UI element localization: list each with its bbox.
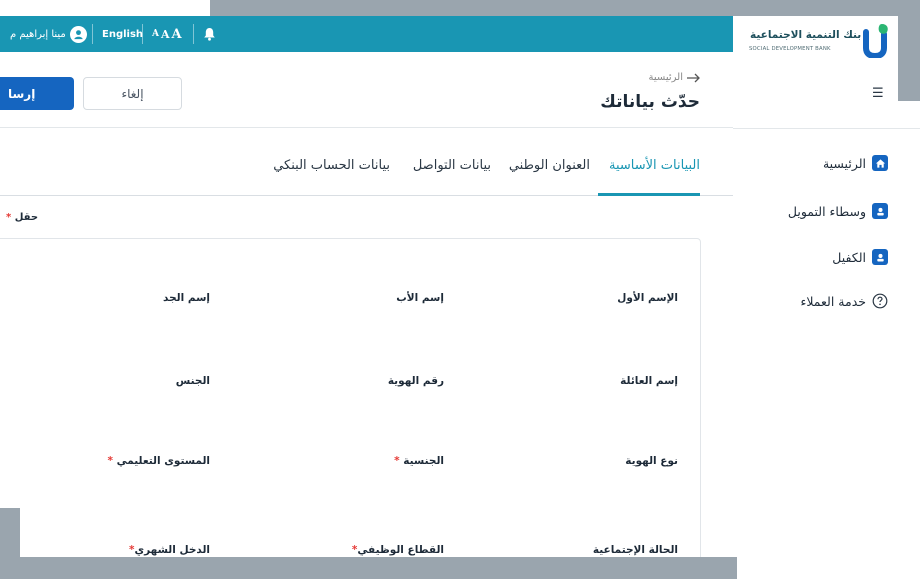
- breadcrumb[interactable]: الرئيسية: [649, 72, 700, 83]
- user-badge-icon: [872, 249, 888, 265]
- label-marital-status: الحالة الإجتماعية: [592, 544, 678, 556]
- sidebar-item-home[interactable]: الرئيسية: [823, 153, 888, 173]
- tab-national-address[interactable]: العنوان الوطني: [509, 158, 590, 173]
- user-name: مينا إبراهيم م: [10, 28, 66, 40]
- frame-edge: [737, 557, 920, 579]
- top-bar: مينا إبراهيم م English A A A: [0, 16, 733, 52]
- label-employment-sector: القطاع الوظيفي*: [351, 544, 444, 556]
- label-id-number: رقم الهوية: [387, 375, 444, 387]
- language-toggle[interactable]: English: [102, 16, 143, 52]
- font-size-medium[interactable]: A: [161, 28, 172, 41]
- frame-edge: [210, 0, 920, 16]
- label-nationality: الجنسية *: [394, 455, 444, 467]
- topbar-divider: [142, 24, 143, 44]
- sidebar-item-label: وسطاء التمويل: [787, 203, 866, 219]
- active-tab-indicator: [598, 193, 700, 196]
- logo-text-arabic: بنك التنمية الاجتماعية: [750, 29, 862, 41]
- language-label: English: [102, 28, 144, 40]
- tab-basic-info[interactable]: البيانات الأساسية: [609, 158, 700, 173]
- topbar-divider: [92, 24, 93, 44]
- help-circle-icon: [872, 293, 888, 309]
- label-first-name: الإسم الأول: [617, 292, 678, 304]
- sidebar-item-guarantor[interactable]: الكفيل: [832, 247, 888, 267]
- breadcrumb-home: الرئيسية: [648, 72, 683, 83]
- user-avatar-icon: [69, 25, 87, 43]
- topbar-divider: [193, 24, 194, 44]
- logo-text-english: SOCIAL DEVELOPMENT BANK: [749, 46, 831, 52]
- font-size-large[interactable]: A: [172, 27, 184, 42]
- label-father-name: إسم الأب: [396, 292, 444, 304]
- cancel-button[interactable]: إلغاء: [83, 77, 182, 110]
- page-title: حدّث بياناتك: [600, 92, 700, 112]
- label-monthly-income: الدخل الشهري*: [128, 544, 210, 556]
- back-arrow-icon: [687, 73, 700, 82]
- sidebar-item-financing-brokers[interactable]: وسطاء التمويل: [788, 201, 888, 221]
- user-menu[interactable]: مينا إبراهيم م: [10, 16, 87, 52]
- home-icon: [872, 155, 888, 171]
- label-family-name: إسم العائلة: [620, 375, 678, 387]
- user-badge-icon: [872, 203, 888, 219]
- send-button[interactable]: إرسا: [0, 77, 74, 110]
- bank-logo-icon: [863, 24, 888, 58]
- app-frame: مينا إبراهيم م English A A A الرئيسية حد…: [0, 0, 920, 579]
- label-education-level: المستوى التعليمي *: [107, 455, 210, 467]
- label-id-type: نوع الهوية: [625, 455, 678, 467]
- font-size-controls[interactable]: A A A: [152, 16, 184, 52]
- frame-edge: [898, 16, 920, 101]
- tab-contact-info[interactable]: بيانات التواصل: [413, 158, 491, 173]
- frame-edge: [0, 0, 210, 16]
- frame-edge: [0, 557, 737, 579]
- sidebar-divider: [733, 128, 920, 129]
- menu-hamburger-icon[interactable]: ☰: [872, 86, 884, 101]
- basic-info-form: الإسم الأول إسم الأب إسم الجد إسم العائل…: [0, 238, 701, 579]
- label-grandfather-name: إسم الجد: [163, 292, 210, 304]
- bank-logo[interactable]: بنك التنمية الاجتماعية SOCIAL DEVELOPMEN…: [733, 16, 920, 64]
- page-header: الرئيسية حدّث بياناتك إلغاء إرسا: [0, 52, 733, 128]
- notifications-bell-icon[interactable]: [203, 16, 216, 52]
- tab-bar: البيانات الأساسية العنوان الوطني بيانات …: [0, 128, 733, 196]
- required-fields-note: حقل *: [6, 212, 39, 223]
- sidebar-item-label: الرئيسية: [822, 155, 866, 171]
- font-size-small[interactable]: A: [152, 29, 161, 39]
- sidebar-item-label: الكفيل: [832, 249, 866, 265]
- sidebar: بنك التنمية الاجتماعية SOCIAL DEVELOPMEN…: [733, 16, 920, 579]
- main-content: مينا إبراهيم م English A A A الرئيسية حد…: [0, 16, 733, 579]
- label-gender: الجنس: [175, 375, 210, 387]
- sidebar-item-customer-service[interactable]: خدمة العملاء: [800, 291, 888, 311]
- tab-bank-account[interactable]: بيانات الحساب البنكي: [273, 158, 390, 173]
- sidebar-item-label: خدمة العملاء: [800, 293, 866, 309]
